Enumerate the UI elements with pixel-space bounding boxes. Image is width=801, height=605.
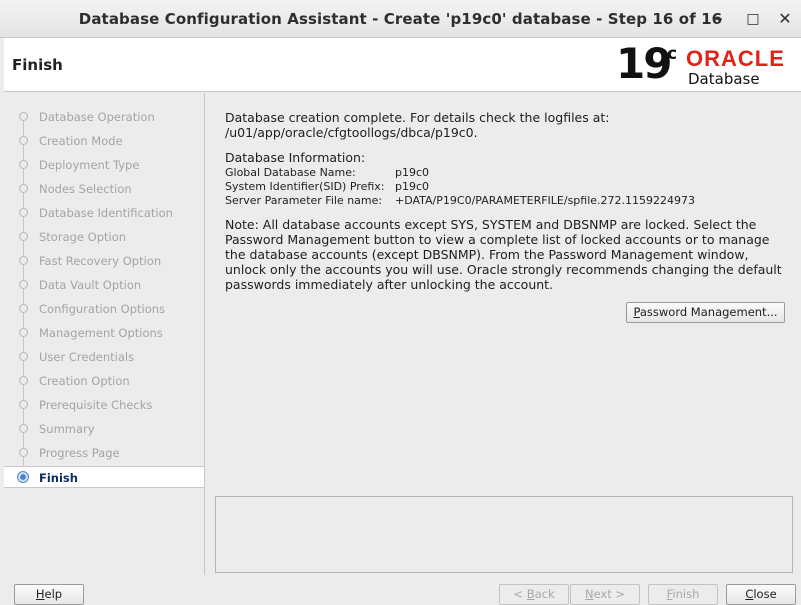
step-indicator-icon bbox=[19, 232, 28, 241]
nav-step-prerequisite-checks: Prerequisite Checks bbox=[4, 394, 204, 416]
header-banner: Finish 19 c ORACLE Database bbox=[4, 38, 801, 92]
title-bar[interactable]: Database Configuration Assistant - Creat… bbox=[0, 0, 801, 38]
step-indicator-icon bbox=[19, 184, 28, 193]
logfile-path-text: /u01/app/oracle/cfgtoollogs/dbca/p19c0. bbox=[225, 125, 478, 140]
next-mnemonic: N bbox=[584, 587, 594, 601]
logo-version: 19 bbox=[616, 39, 672, 88]
nav-step-deployment-type: Deployment Type bbox=[4, 154, 204, 176]
back-button[interactable]: < Back bbox=[499, 584, 569, 605]
logo-product: Database bbox=[688, 70, 760, 88]
close-label: lose bbox=[753, 587, 777, 601]
nav-step-management-options: Management Options bbox=[4, 322, 204, 344]
nav-step-label: Summary bbox=[39, 422, 95, 436]
sid-prefix-label: System Identifier(SID) Prefix: bbox=[225, 180, 385, 193]
nav-step-progress-page: Progress Page bbox=[4, 442, 204, 464]
step-indicator-icon bbox=[19, 352, 28, 361]
step-indicator-icon bbox=[19, 256, 28, 265]
nav-step-database-operation: Database Operation bbox=[4, 106, 204, 128]
logo-version-suffix: c bbox=[667, 44, 678, 64]
back-label: ack bbox=[534, 587, 555, 601]
step-indicator-icon bbox=[19, 448, 28, 457]
nav-step-label: Finish bbox=[39, 471, 78, 485]
password-management-button[interactable]: Password Management... bbox=[626, 302, 785, 323]
nav-step-database-identification: Database Identification bbox=[4, 202, 204, 224]
nav-step-label: Prerequisite Checks bbox=[39, 398, 153, 412]
close-window-button[interactable]: ✕ bbox=[774, 8, 796, 30]
note-line: unlock only the accounts you will use. O… bbox=[225, 262, 782, 277]
step-indicator-icon bbox=[19, 400, 28, 409]
window-title: Database Configuration Assistant - Creat… bbox=[78, 10, 723, 28]
spfile-label: Server Parameter File name: bbox=[225, 194, 383, 207]
step-navigation: Database Operation Creation Mode Deploymen… bbox=[4, 93, 205, 575]
creation-complete-text: Database creation complete. For details … bbox=[225, 110, 610, 125]
nav-step-nodes-selection: Nodes Selection bbox=[4, 178, 204, 200]
nav-step-storage-option: Storage Option bbox=[4, 226, 204, 248]
database-info-heading: Database Information: bbox=[225, 150, 366, 165]
nav-step-label: Deployment Type bbox=[39, 158, 140, 172]
help-button[interactable]: Help bbox=[14, 584, 84, 605]
note-line: the database accounts (except DBSNMP). F… bbox=[225, 247, 749, 262]
nav-step-label: User Credentials bbox=[39, 350, 135, 364]
help-mnemonic: H bbox=[35, 587, 45, 601]
nav-step-label: Storage Option bbox=[39, 230, 127, 244]
step-indicator-icon bbox=[19, 328, 28, 337]
nav-step-label: Management Options bbox=[39, 326, 163, 340]
page-title: Finish bbox=[12, 56, 63, 74]
nav-step-label: Configuration Options bbox=[39, 302, 166, 316]
nav-step-creation-mode: Creation Mode bbox=[4, 130, 204, 152]
nav-step-creation-option: Creation Option bbox=[4, 370, 204, 392]
finish-content: Database creation complete. For details … bbox=[206, 93, 801, 493]
dbca-window: Database Configuration Assistant - Creat… bbox=[0, 0, 801, 605]
minimize-button[interactable]: – bbox=[708, 8, 730, 30]
step-indicator-icon bbox=[19, 208, 28, 217]
nav-step-configuration-options: Configuration Options bbox=[4, 298, 204, 320]
close-button[interactable]: Close bbox=[726, 584, 796, 605]
step-indicator-icon bbox=[17, 471, 29, 483]
back-mnemonic: B bbox=[526, 587, 535, 601]
sid-prefix-value: p19c0 bbox=[395, 180, 430, 193]
nav-step-label: Creation Option bbox=[39, 374, 130, 388]
nav-step-summary: Summary bbox=[4, 418, 204, 440]
next-button[interactable]: Next > bbox=[570, 584, 640, 605]
nav-step-fast-recovery-option: Fast Recovery Option bbox=[4, 250, 204, 272]
step-indicator-icon bbox=[19, 112, 28, 121]
note-line: Note: All database accounts except SYS, … bbox=[225, 217, 757, 232]
finish-button[interactable]: Finish bbox=[648, 584, 718, 605]
global-name-label: Global Database Name: bbox=[225, 166, 356, 179]
help-label: elp bbox=[44, 587, 63, 601]
nav-step-user-credentials: User Credentials bbox=[4, 346, 204, 368]
footer-bar: Help < Back Next > Finish Close bbox=[4, 575, 801, 605]
message-area bbox=[215, 496, 793, 573]
step-indicator-icon bbox=[19, 376, 28, 385]
global-name-value: p19c0 bbox=[395, 166, 430, 179]
logo-brand: ORACLE bbox=[686, 46, 785, 71]
back-prefix: < bbox=[513, 587, 527, 601]
step-indicator-icon bbox=[19, 424, 28, 433]
password-button-label: assword Management... bbox=[639, 305, 778, 319]
nav-step-label: Nodes Selection bbox=[39, 182, 132, 196]
step-indicator-icon bbox=[19, 136, 28, 145]
nav-step-label: Creation Mode bbox=[39, 134, 123, 148]
next-label: ext > bbox=[593, 587, 626, 601]
step-indicator-icon bbox=[19, 280, 28, 289]
finish-label: inish bbox=[672, 587, 700, 601]
maximize-button[interactable]: □ bbox=[742, 8, 764, 30]
nav-step-label: Fast Recovery Option bbox=[39, 254, 162, 268]
nav-step-label: Database Identification bbox=[39, 206, 173, 220]
nav-step-label: Progress Page bbox=[39, 446, 120, 460]
step-indicator-icon bbox=[19, 160, 28, 169]
oracle-19c-logo: 19 c ORACLE Database bbox=[616, 39, 801, 91]
nav-step-data-vault-option: Data Vault Option bbox=[4, 274, 204, 296]
nav-step-label: Data Vault Option bbox=[39, 278, 142, 292]
spfile-value: +DATA/P19C0/PARAMETERFILE/spfile.272.115… bbox=[395, 194, 696, 207]
nav-step-finish: Finish bbox=[4, 466, 204, 488]
note-line: Password Management button to view a com… bbox=[225, 232, 770, 247]
step-indicator-icon bbox=[19, 304, 28, 313]
nav-step-label: Database Operation bbox=[39, 110, 155, 124]
note-line: passwords immediately after unlocking th… bbox=[225, 277, 554, 292]
